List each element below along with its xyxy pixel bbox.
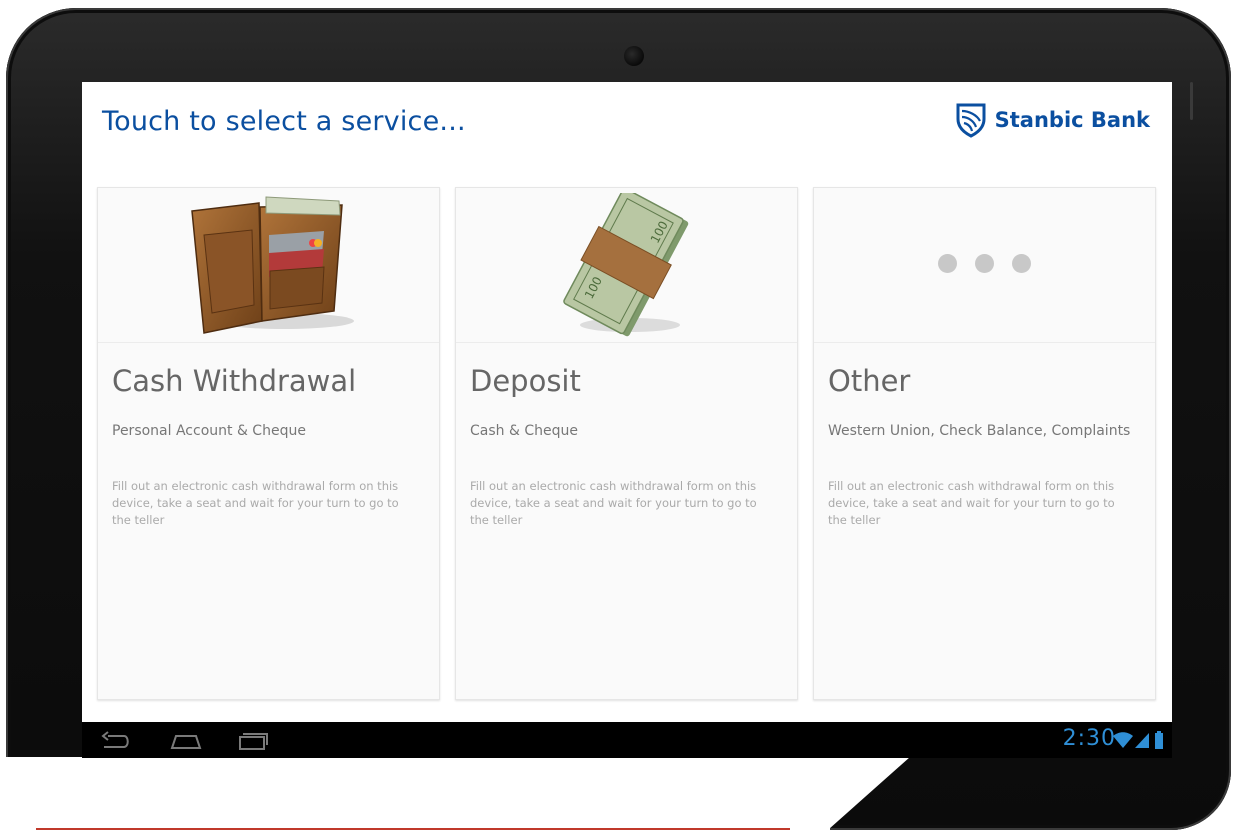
front-camera <box>624 46 644 66</box>
card-title: Cash Withdrawal <box>112 364 357 398</box>
status-clock: 2:30 <box>1062 726 1116 751</box>
system-navigation-bar: 2:30 <box>82 722 1172 758</box>
back-icon[interactable] <box>98 730 134 752</box>
signal-icon <box>1135 733 1149 748</box>
home-icon[interactable] <box>168 730 204 752</box>
card-media <box>814 188 1155 343</box>
brand-name: Stanbic Bank <box>994 108 1150 132</box>
cash-stack-icon: 100 100 <box>562 192 688 336</box>
page-title: Touch to select a service... <box>102 106 466 137</box>
page-background-corner <box>820 757 910 837</box>
service-card-deposit[interactable]: 100 100 Deposit Cash & Cheque Fill out a… <box>455 187 798 700</box>
wifi-icon <box>1113 732 1133 748</box>
service-selection-screen: Touch to select a service... Stanbic Ban… <box>82 82 1172 722</box>
brand-logo: Stanbic Bank <box>955 102 1150 138</box>
dot <box>1012 253 1031 273</box>
card-description: Fill out an electronic cash withdrawal f… <box>828 479 1115 527</box>
card-media <box>98 188 439 343</box>
service-card-cash-withdrawal[interactable]: Cash Withdrawal Personal Account & Chequ… <box>97 187 440 700</box>
card-title: Other <box>828 364 911 398</box>
card-description: Fill out an electronic cash withdrawal f… <box>470 479 757 527</box>
card-subtitle: Cash & Cheque <box>470 423 578 439</box>
card-subtitle: Personal Account & Cheque <box>112 423 306 439</box>
accent-rule <box>36 828 790 830</box>
card-description: Fill out an electronic cash withdrawal f… <box>112 479 399 527</box>
page-background <box>0 757 830 837</box>
service-card-other[interactable]: Other Western Union, Check Balance, Comp… <box>813 187 1156 700</box>
card-title: Deposit <box>470 364 581 398</box>
more-dots-icon <box>929 253 1040 277</box>
card-media: 100 100 <box>456 188 797 343</box>
stanbic-shield-icon <box>956 103 986 138</box>
battery-icon <box>1155 731 1163 749</box>
recent-apps-icon[interactable] <box>234 730 270 752</box>
wallet-icon <box>190 195 354 334</box>
dot <box>975 253 994 273</box>
card-subtitle: Western Union, Check Balance, Complaints <box>828 423 1131 439</box>
dot <box>938 253 957 273</box>
power-button <box>1190 82 1193 120</box>
